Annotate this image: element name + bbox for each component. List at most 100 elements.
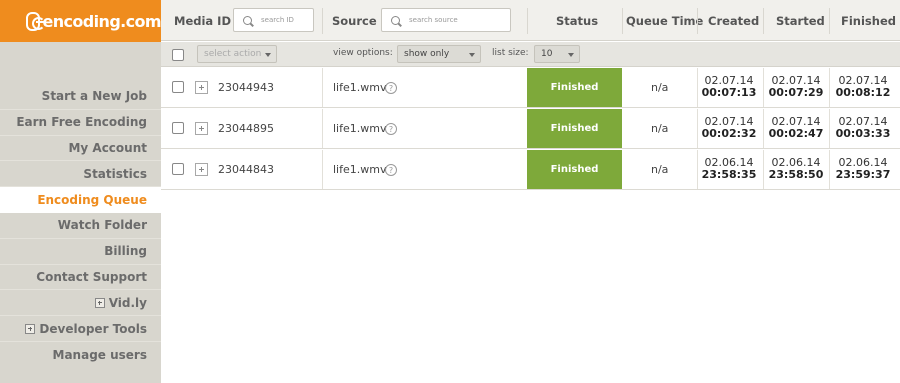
divider bbox=[322, 8, 323, 34]
divider bbox=[527, 8, 528, 34]
sidebar-item-my-account[interactable]: My Account bbox=[0, 136, 161, 162]
sidebar-item-label: Earn Free Encoding bbox=[16, 115, 147, 130]
sidebar-item-watch-folder[interactable]: Watch Folder bbox=[0, 213, 161, 239]
expand-row-icon[interactable] bbox=[195, 163, 208, 176]
sidebar-item-earn-free-encoding[interactable]: Earn Free Encoding bbox=[0, 110, 161, 136]
divider bbox=[322, 109, 323, 148]
started-datetime: 02.06.14 23:58:50 bbox=[766, 157, 826, 181]
started-time: 00:02:47 bbox=[768, 127, 824, 140]
divider bbox=[322, 150, 323, 189]
source-filename[interactable]: life1.wmv bbox=[333, 163, 386, 176]
finished-datetime: 02.07.14 00:03:33 bbox=[833, 116, 893, 140]
sidebar-item-contact-support[interactable]: Contact Support bbox=[0, 265, 161, 291]
status-badge: Finished bbox=[527, 150, 622, 189]
table-row[interactable]: 23044943 life1.wmv ? Finished n/a 02.07.… bbox=[161, 68, 900, 108]
started-datetime: 02.07.14 00:02:47 bbox=[766, 116, 826, 140]
divider bbox=[829, 8, 830, 34]
logo-text: encoding.com bbox=[42, 11, 161, 31]
created-datetime: 02.06.14 23:58:35 bbox=[699, 157, 759, 181]
divider bbox=[763, 150, 764, 189]
sidebar-nav: Start a New Job Earn Free Encoding My Ac… bbox=[0, 84, 161, 368]
column-header-status[interactable]: Status bbox=[556, 14, 598, 28]
view-options-dropdown[interactable]: show only bbox=[397, 45, 481, 63]
help-icon[interactable]: ? bbox=[385, 82, 397, 94]
column-header-finished[interactable]: Finished bbox=[841, 14, 896, 28]
started-datetime: 02.07.14 00:07:29 bbox=[766, 75, 826, 99]
expand-plus-icon bbox=[94, 297, 105, 308]
view-options-label: view options: bbox=[333, 48, 393, 58]
source-filename[interactable]: life1.wmv bbox=[333, 81, 386, 94]
dropdown-value: select action bbox=[204, 49, 262, 59]
created-time: 23:58:35 bbox=[701, 168, 757, 181]
started-time: 00:07:29 bbox=[768, 86, 824, 99]
sidebar-item-label: Statistics bbox=[83, 166, 147, 181]
divider bbox=[829, 150, 830, 189]
sidebar-item-start-new-job[interactable]: Start a New Job bbox=[0, 84, 161, 110]
divider bbox=[829, 109, 830, 148]
source-search-input[interactable]: search source bbox=[381, 8, 511, 32]
list-size-dropdown[interactable]: 10 bbox=[534, 45, 580, 63]
finished-time: 23:59:37 bbox=[835, 168, 891, 181]
sidebar-item-label: Encoding Queue bbox=[37, 192, 147, 207]
chevron-down-icon bbox=[265, 53, 271, 57]
sidebar-item-statistics[interactable]: Statistics bbox=[0, 161, 161, 188]
expand-row-icon[interactable] bbox=[195, 122, 208, 135]
encoding-logo-icon bbox=[26, 11, 46, 31]
chevron-down-icon bbox=[469, 53, 475, 57]
sidebar-item-manage-users[interactable]: Manage users bbox=[0, 342, 161, 368]
row-checkbox[interactable] bbox=[172, 122, 184, 134]
list-size-label: list size: bbox=[492, 48, 529, 58]
divider bbox=[697, 109, 698, 148]
column-header-queue-time[interactable]: Queue Time bbox=[626, 14, 703, 28]
finished-time: 00:03:33 bbox=[835, 127, 891, 140]
queue-time: n/a bbox=[651, 122, 669, 135]
expand-plus-icon bbox=[25, 323, 36, 334]
help-icon[interactable]: ? bbox=[385, 164, 397, 176]
column-header-media-id[interactable]: Media ID bbox=[174, 14, 231, 28]
finished-datetime: 02.06.14 23:59:37 bbox=[833, 157, 893, 181]
media-id: 23044843 bbox=[218, 163, 274, 176]
select-all-checkbox[interactable] bbox=[172, 49, 184, 61]
sidebar-item-vidly[interactable]: Vid.ly bbox=[0, 290, 161, 317]
media-id: 23044895 bbox=[218, 122, 274, 135]
sidebar-item-label: My Account bbox=[68, 140, 147, 155]
logo[interactable]: encoding.com bbox=[0, 0, 162, 42]
table-row[interactable]: 23044843 life1.wmv ? Finished n/a 02.06.… bbox=[161, 150, 900, 190]
search-placeholder: search ID bbox=[261, 16, 294, 24]
media-id-search-input[interactable]: search ID bbox=[233, 8, 314, 32]
created-datetime: 02.07.14 00:02:32 bbox=[699, 116, 759, 140]
search-icon bbox=[391, 15, 400, 25]
divider bbox=[763, 68, 764, 107]
sidebar-item-label: Vid.ly bbox=[108, 295, 147, 310]
created-time: 00:02:32 bbox=[701, 127, 757, 140]
source-filename[interactable]: life1.wmv bbox=[333, 122, 386, 135]
divider bbox=[763, 8, 764, 34]
divider bbox=[622, 8, 623, 34]
divider bbox=[763, 109, 764, 148]
row-checkbox[interactable] bbox=[172, 163, 184, 175]
sidebar: encoding.com Start a New Job Earn Free E… bbox=[0, 0, 162, 383]
divider bbox=[697, 150, 698, 189]
sidebar-item-encoding-queue[interactable]: Encoding Queue bbox=[0, 187, 161, 213]
column-header-source[interactable]: Source bbox=[332, 14, 377, 28]
sidebar-item-billing[interactable]: Billing bbox=[0, 239, 161, 265]
help-icon[interactable]: ? bbox=[385, 123, 397, 135]
table-toolbar: select action view options: show only li… bbox=[161, 42, 900, 67]
created-datetime: 02.07.14 00:07:13 bbox=[699, 75, 759, 99]
sidebar-item-developer-tools[interactable]: Developer Tools bbox=[0, 316, 161, 342]
finished-datetime: 02.07.14 00:08:12 bbox=[833, 75, 893, 99]
row-checkbox[interactable] bbox=[172, 81, 184, 93]
column-header-started[interactable]: Started bbox=[776, 14, 825, 28]
sidebar-item-label: Developer Tools bbox=[39, 321, 147, 336]
select-action-dropdown[interactable]: select action bbox=[197, 45, 277, 63]
divider bbox=[829, 68, 830, 107]
started-time: 23:58:50 bbox=[768, 168, 824, 181]
dropdown-value: show only bbox=[404, 49, 450, 59]
expand-row-icon[interactable] bbox=[195, 81, 208, 94]
table-row[interactable]: 23044895 life1.wmv ? Finished n/a 02.07.… bbox=[161, 109, 900, 149]
divider bbox=[697, 68, 698, 107]
sidebar-item-label: Start a New Job bbox=[41, 89, 147, 104]
finished-time: 00:08:12 bbox=[835, 86, 891, 99]
column-header-created[interactable]: Created bbox=[708, 14, 759, 28]
media-id: 23044943 bbox=[218, 81, 274, 94]
